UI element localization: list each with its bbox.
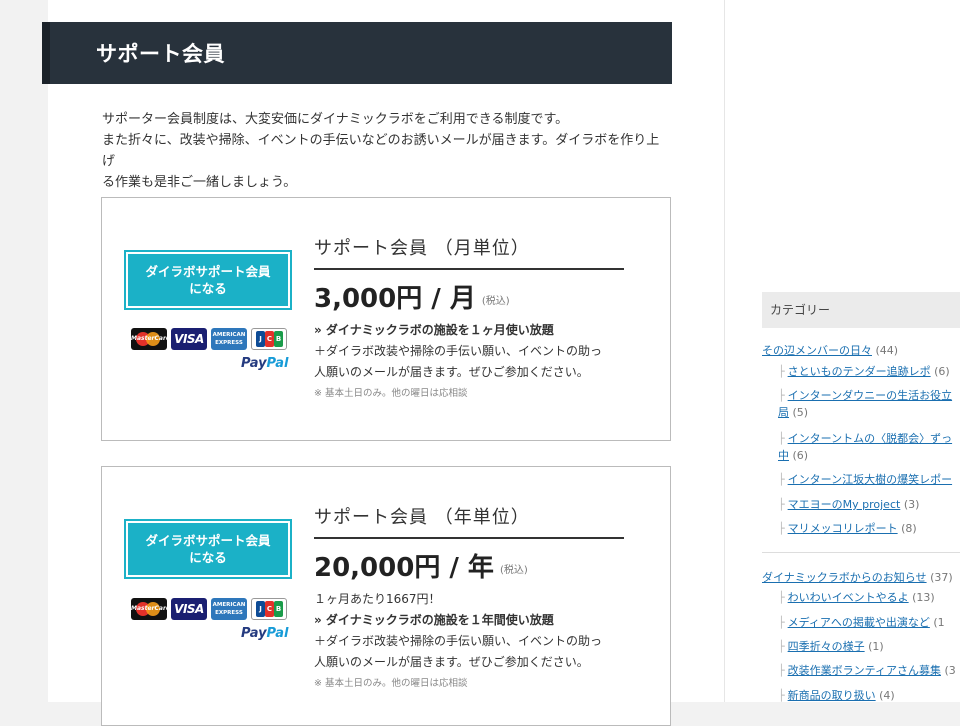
plan-benefit: » ダイナミックラボの施設を１年間使い放題 xyxy=(314,613,554,627)
plan-desc-line: ＋ダイラボ改装や掃除の手伝い願い、イベントの助っ xyxy=(314,634,603,648)
jcb-icon: J C B xyxy=(251,598,287,620)
intro-line: る作業も是非ご一緒しましょう。 xyxy=(102,175,297,190)
subcategory-item[interactable]: ├ メディアへの掲載や出演など (1 xyxy=(778,614,945,630)
intro-line: サポーター会員制度は、大変安価にダイナミックラボをご利用できる制度です。 xyxy=(102,112,569,127)
subcategory-item[interactable]: ├ マエヨーのMy project (3) xyxy=(778,496,919,512)
intro-text: サポーター会員制度は、大変安価にダイナミックラボをご利用できる制度です。 また折… xyxy=(102,109,672,193)
category-heading: カテゴリー xyxy=(762,292,960,328)
category-item[interactable]: ダイナミックラボからのお知らせ (37) xyxy=(762,569,953,585)
intro-line: また折々に、改装や掃除、イベントの手伝いなどのお誘いメールが届きます。ダイラボを… xyxy=(102,133,660,169)
amex-icon: AMERICAN EXPRESS xyxy=(211,328,247,350)
category-divider xyxy=(762,552,960,553)
plan-benefit: » ダイナミックラボの施設を１ヶ月使い放題 xyxy=(314,323,554,337)
subcategory-item[interactable]: ├ インターン江坂大樹の爆笑レポー xyxy=(778,471,952,487)
subcategory-item[interactable]: ├ インターンダウニーの生活お役立 xyxy=(778,387,952,403)
plan-note: ※ 基本土日のみ。他の曜日は応相談 xyxy=(314,678,468,689)
plan-desc-line: 人願いのメールが届きます。ぜひご参加ください。 xyxy=(314,655,589,669)
plan-description: １ヶ月あたり1667円！ » ダイナミックラボの施設を１年間使い放題 ＋ダイラボ… xyxy=(314,589,602,694)
page-title: サポート会員 xyxy=(96,42,225,66)
plan-monthly-equivalent: １ヶ月あたり1667円！ xyxy=(314,592,441,606)
plan-note: ※ 基本土日のみ。他の曜日は応相談 xyxy=(314,388,468,399)
plan-title: サポート会員 （月単位） xyxy=(314,234,624,270)
visa-icon: VISA xyxy=(171,328,207,350)
plan-desc-line: 人願いのメールが届きます。ぜひご参加ください。 xyxy=(314,365,589,379)
join-monthly-button[interactable]: ダイラボサポート会員 になる xyxy=(125,251,291,309)
subcategory-item[interactable]: ├ マリメッコリレポート (8) xyxy=(778,520,917,536)
button-label: になる xyxy=(189,550,227,565)
subcategory-item[interactable]: ├ 改装作業ボランティアさん募集 (3 xyxy=(778,662,956,678)
category-item[interactable]: その辺メンバーの日々 (44) xyxy=(762,342,898,358)
paypal-icon: PayPal xyxy=(241,356,289,371)
join-yearly-button[interactable]: ダイラボサポート会員 になる xyxy=(125,520,291,578)
plan-price: 20,000円 / 年 (税込) xyxy=(314,553,528,583)
mastercard-icon: MasterCard xyxy=(131,598,170,620)
plan-price: 3,000円 / 月 (税込) xyxy=(314,284,510,314)
page-title-bar: サポート会員 xyxy=(42,22,672,84)
plan-description: » ダイナミックラボの施設を１ヶ月使い放題 ＋ダイラボ改装や掃除の手伝い願い、イ… xyxy=(314,320,602,404)
payment-logos: MasterCard VISA AMERICAN EXPRESS J C B P… xyxy=(131,598,291,641)
button-label: ダイラボサポート会員 xyxy=(145,533,271,548)
subcategory-item-wrap[interactable]: 中 (6) xyxy=(778,447,808,463)
subcategory-item[interactable]: ├ インターントムの〈脱都会〉ずっ xyxy=(778,430,952,446)
button-label: になる xyxy=(189,281,227,296)
subcategory-item[interactable]: ├ さといものテンダー追跡レポ (6) xyxy=(778,363,950,379)
subcategory-item-wrap[interactable]: 局 (5) xyxy=(778,404,808,420)
visa-icon: VISA xyxy=(171,598,207,620)
plan-card-monthly: ダイラボサポート会員 になる MasterCard VISA AMERICAN … xyxy=(101,197,671,441)
plan-desc-line: ＋ダイラボ改装や掃除の手伝い願い、イベントの助っ xyxy=(314,344,603,358)
payment-logos: MasterCard VISA AMERICAN EXPRESS J C B P… xyxy=(131,328,291,371)
subcategory-item[interactable]: ├ 四季折々の様子 (1) xyxy=(778,638,884,654)
button-label: ダイラボサポート会員 xyxy=(145,264,271,279)
subcategory-item[interactable]: ├ 新商品の取り扱い (4) xyxy=(778,687,895,703)
plan-card-yearly: ダイラボサポート会員 になる MasterCard VISA AMERICAN … xyxy=(101,466,671,726)
plan-title: サポート会員 （年単位） xyxy=(314,503,624,539)
amex-icon: AMERICAN EXPRESS xyxy=(211,598,247,620)
mastercard-icon: MasterCard xyxy=(131,328,170,350)
subcategory-item[interactable]: ├ わいわいイベントやるよ (13) xyxy=(778,589,935,605)
paypal-icon: PayPal xyxy=(241,626,289,641)
jcb-icon: J C B xyxy=(251,328,287,350)
